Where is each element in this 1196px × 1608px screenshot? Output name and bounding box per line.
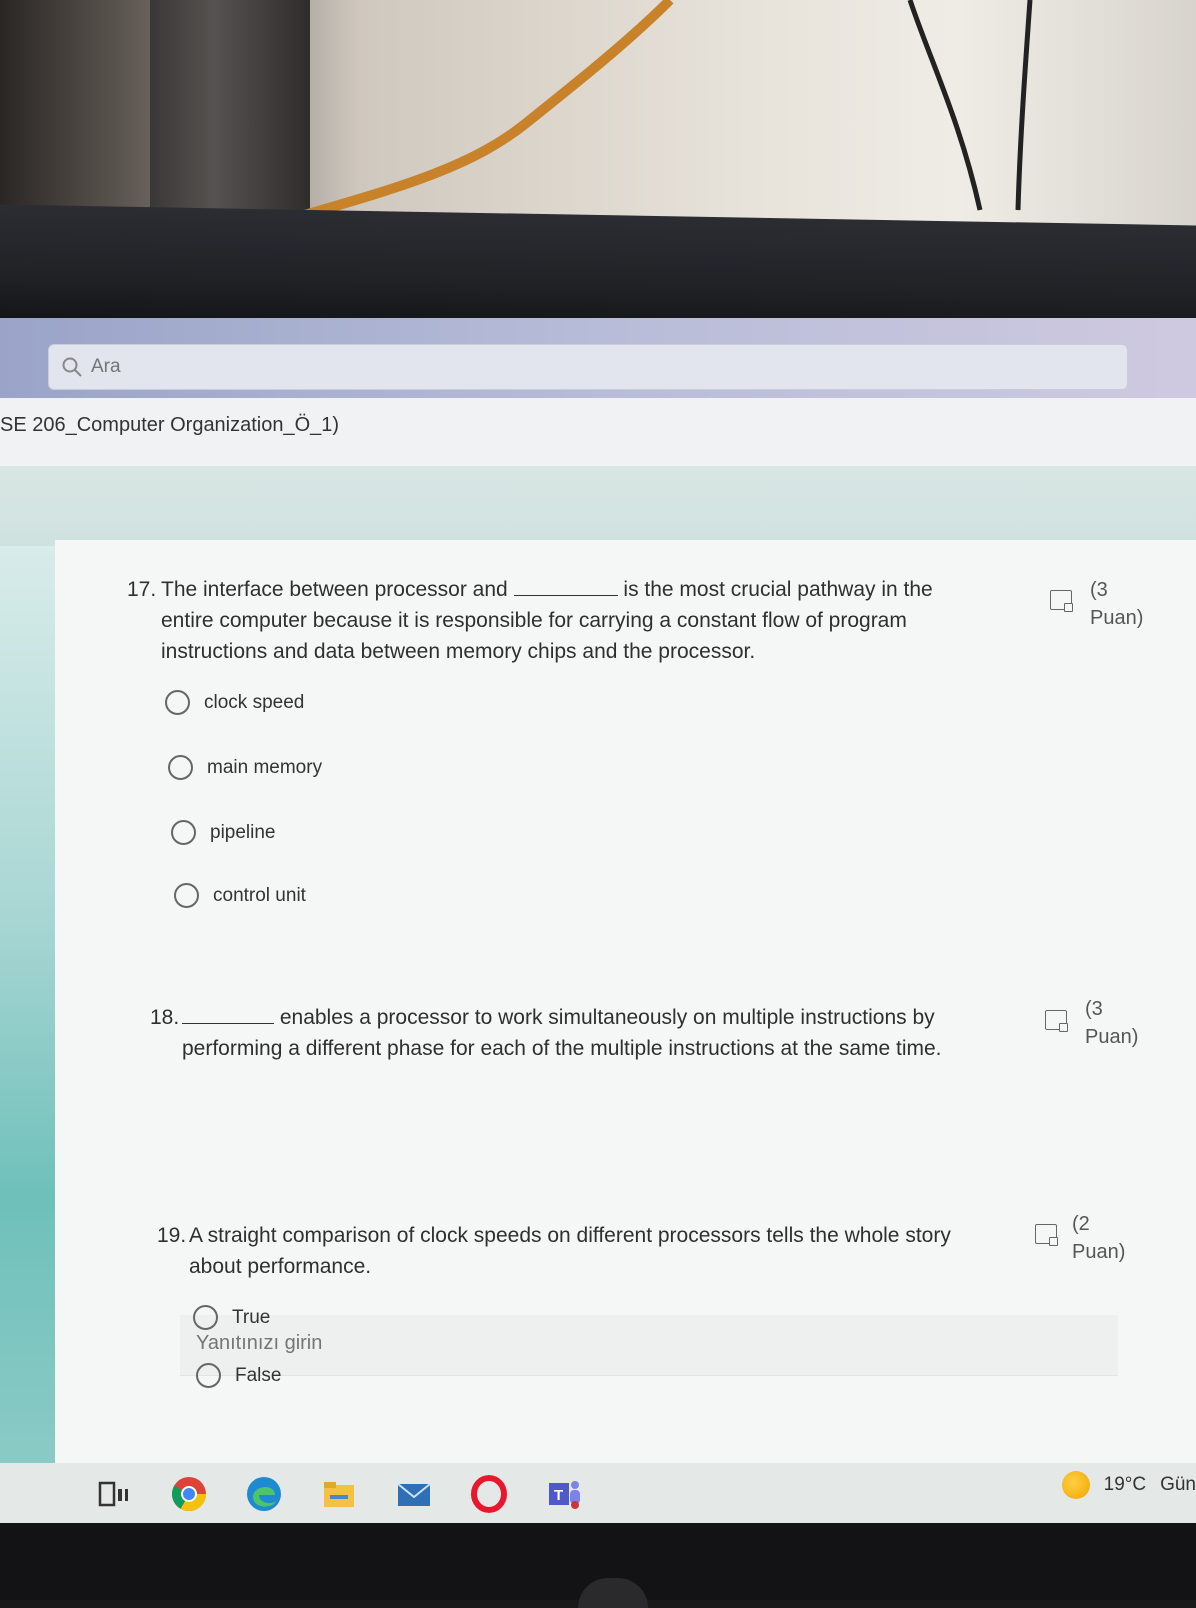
taskbar: T 19°C Gün bbox=[0, 1463, 1196, 1523]
opera-icon[interactable] bbox=[470, 1475, 508, 1513]
svg-text:T: T bbox=[554, 1487, 563, 1504]
points-label: (2 Puan) bbox=[1072, 1210, 1125, 1266]
question-number: 19. bbox=[157, 1224, 187, 1247]
black-cable bbox=[907, 0, 1033, 211]
points-label: (3 Puan) bbox=[1085, 995, 1138, 1051]
option-label: pipeline bbox=[210, 821, 276, 843]
question-number: 17. bbox=[127, 578, 157, 601]
option-label: True bbox=[232, 1306, 271, 1328]
blank-line bbox=[513, 577, 618, 596]
radio-button[interactable] bbox=[193, 1305, 218, 1330]
question-text: A straight comparison of clock speeds on… bbox=[189, 1220, 1039, 1282]
weather-label: Gün bbox=[1160, 1474, 1196, 1495]
option-label: clock speed bbox=[204, 691, 305, 713]
radio-button[interactable] bbox=[171, 820, 196, 845]
radio-button[interactable] bbox=[174, 883, 199, 908]
question-number: 18. bbox=[150, 1006, 180, 1029]
weather-widget[interactable]: 19°C Gün bbox=[1061, 1471, 1196, 1499]
file-explorer-icon[interactable] bbox=[320, 1475, 358, 1513]
points-unit: Puan) bbox=[1085, 1026, 1139, 1048]
chrome-icon[interactable] bbox=[170, 1475, 208, 1513]
immersive-reader-icon[interactable] bbox=[1035, 1224, 1058, 1246]
question-text: enables a processor to work simultaneous… bbox=[182, 1002, 1052, 1064]
orange-cable bbox=[270, 0, 674, 230]
question-text-line: performing a different phase for each of… bbox=[182, 1037, 942, 1060]
edge-icon[interactable] bbox=[245, 1475, 283, 1513]
option-label: False bbox=[235, 1364, 282, 1386]
form-banner bbox=[0, 466, 1196, 546]
question-text-line: A straight comparison of clock speeds on… bbox=[189, 1224, 951, 1247]
question-text-part: The interface between processor and bbox=[161, 578, 508, 601]
radio-button[interactable] bbox=[165, 690, 190, 715]
question-card: 17. The interface between processor and … bbox=[55, 540, 1196, 1470]
question-text-line: entire computer because it is responsibl… bbox=[161, 609, 907, 632]
points-unit: Puan) bbox=[1090, 607, 1144, 629]
room-background bbox=[0, 0, 1196, 230]
radio-button[interactable] bbox=[196, 1363, 221, 1388]
option-control-unit[interactable]: control unit bbox=[174, 883, 306, 908]
points-value: (3 bbox=[1085, 998, 1103, 1020]
task-view-icon[interactable] bbox=[96, 1475, 134, 1513]
option-clock-speed[interactable]: clock speed bbox=[165, 690, 304, 715]
question-text-part: is the most crucial pathway in the bbox=[623, 578, 933, 601]
mail-icon[interactable] bbox=[395, 1475, 433, 1513]
blank-line bbox=[182, 1005, 274, 1024]
option-true[interactable]: True bbox=[193, 1305, 270, 1330]
option-label: main memory bbox=[207, 756, 323, 778]
points-label: (3 Puan) bbox=[1090, 576, 1143, 632]
points-unit: Puan) bbox=[1072, 1241, 1126, 1263]
weather-temperature: 19°C bbox=[1103, 1474, 1147, 1495]
search-input[interactable] bbox=[89, 355, 393, 379]
window-titlebar bbox=[0, 318, 1196, 398]
option-label: control unit bbox=[213, 884, 306, 906]
question-text-line: instructions and data between memory chi… bbox=[161, 640, 756, 663]
search-icon bbox=[61, 356, 83, 378]
screen: SE 206_Computer Organization_Ö_1) 17. Th… bbox=[0, 318, 1196, 1523]
immersive-reader-icon[interactable] bbox=[1045, 1010, 1068, 1032]
answer-input[interactable] bbox=[194, 1331, 798, 1356]
option-pipeline[interactable]: pipeline bbox=[171, 820, 276, 845]
points-value: (3 bbox=[1090, 579, 1108, 601]
sun-icon bbox=[1061, 1471, 1090, 1499]
form-title: SE 206_Computer Organization_Ö_1) bbox=[0, 414, 340, 436]
answer-field[interactable] bbox=[180, 1315, 1118, 1376]
question-text: The interface between processor and is t… bbox=[161, 574, 1011, 667]
form-header: SE 206_Computer Organization_Ö_1) bbox=[0, 398, 1196, 466]
question-text-part: enables a processor to work simultaneous… bbox=[279, 1006, 935, 1029]
radio-button[interactable] bbox=[168, 755, 193, 780]
points-value: (2 bbox=[1072, 1213, 1090, 1235]
teams-icon[interactable]: T bbox=[545, 1475, 583, 1513]
option-false[interactable]: False bbox=[196, 1363, 281, 1388]
immersive-reader-icon[interactable] bbox=[1050, 590, 1073, 612]
option-main-memory[interactable]: main memory bbox=[168, 755, 322, 780]
search-box[interactable] bbox=[48, 344, 1128, 390]
question-text-line: about performance. bbox=[189, 1255, 372, 1278]
